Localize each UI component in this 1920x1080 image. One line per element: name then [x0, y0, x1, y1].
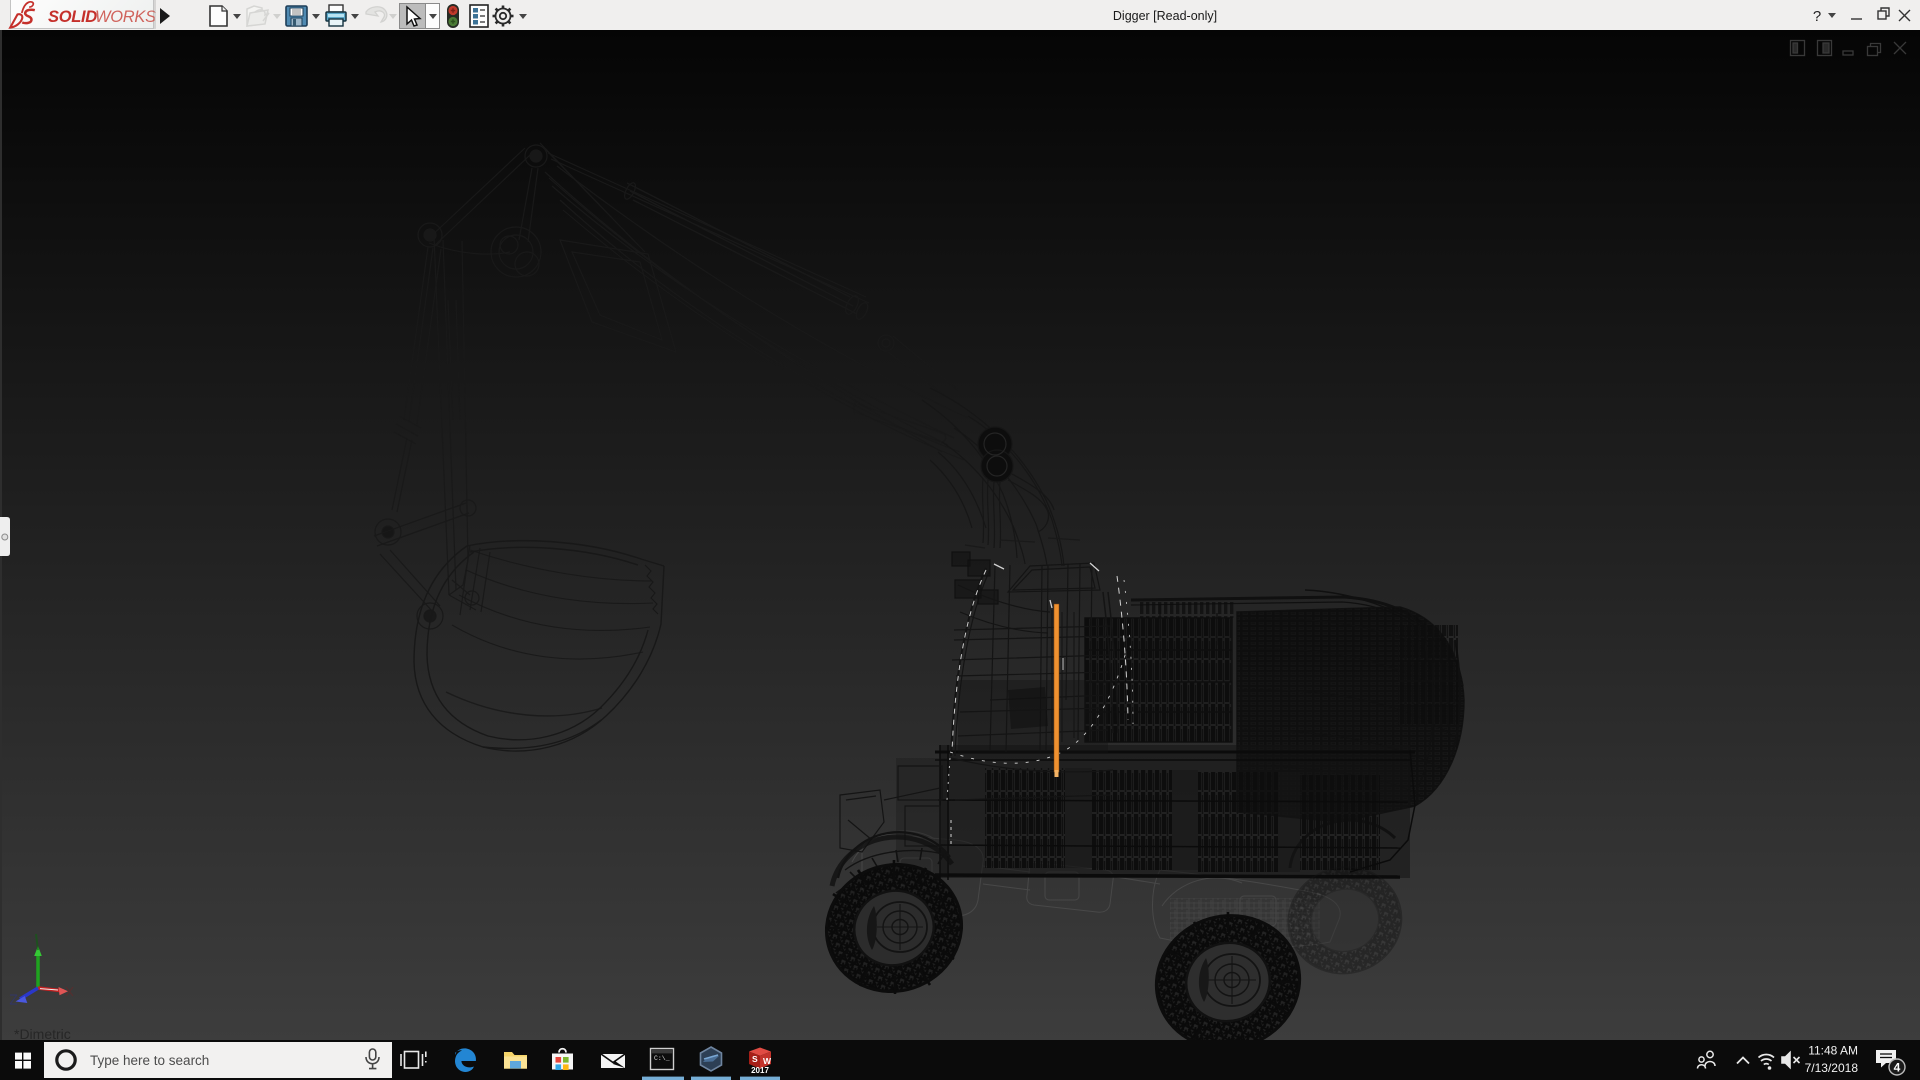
svg-text:C:\_: C:\_ — [654, 1055, 670, 1062]
svg-text:*Dimetric: *Dimetric — [14, 1026, 71, 1040]
svg-text:WORKS: WORKS — [95, 8, 156, 26]
svg-text:Type here to search: Type here to search — [90, 1053, 209, 1068]
svg-text:S: S — [752, 1054, 758, 1064]
svg-text:2017: 2017 — [751, 1066, 769, 1075]
svg-text:Digger [Read-only]: Digger [Read-only] — [1113, 9, 1217, 23]
svg-text:SOLID: SOLID — [48, 8, 97, 26]
svg-text:?: ? — [1813, 8, 1821, 25]
svg-text:4: 4 — [1894, 1061, 1901, 1075]
svg-text:7/13/2018: 7/13/2018 — [1805, 1061, 1859, 1075]
svg-text:11:48 AM: 11:48 AM — [1808, 1044, 1858, 1058]
svg-text:W: W — [763, 1056, 772, 1066]
